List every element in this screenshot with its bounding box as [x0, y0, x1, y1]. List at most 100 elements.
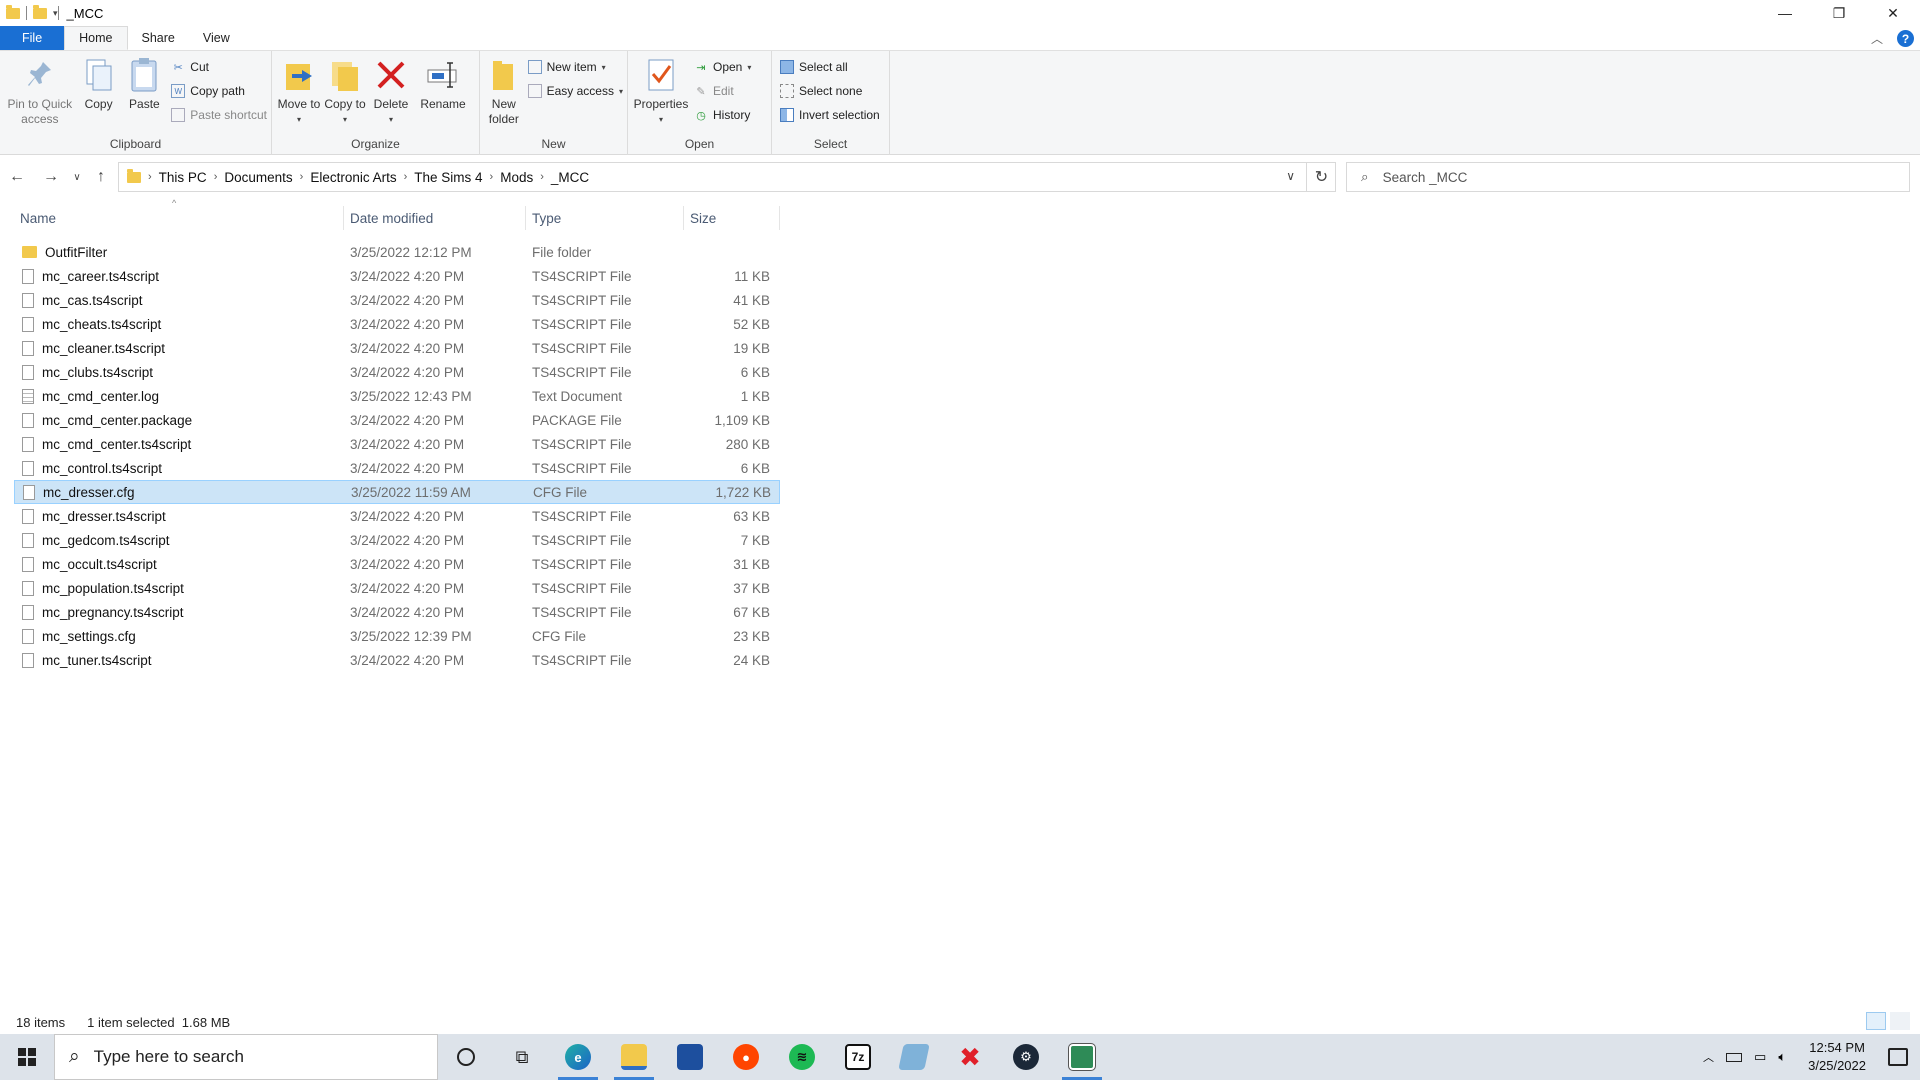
paste-icon: [126, 55, 162, 95]
file-row[interactable]: mc_cleaner.ts4script 3/24/2022 4:20 PM TS4…: [14, 336, 780, 360]
cut-button[interactable]: ✂ Cut: [171, 57, 267, 77]
breadcrumb-mods[interactable]: Mods: [500, 170, 533, 185]
breadcrumb-mcc[interactable]: _MCC: [551, 170, 589, 185]
search-input[interactable]: ⌕ Search _MCC: [1346, 162, 1910, 192]
invert-selection-button[interactable]: Invert selection: [780, 105, 880, 125]
easy-access-button[interactable]: Easy access ▾: [527, 81, 623, 101]
edit-button[interactable]: ✎ Edit: [694, 81, 751, 101]
file-row[interactable]: mc_cheats.ts4script 3/24/2022 4:20 PM TS4S…: [14, 312, 780, 336]
tab-home[interactable]: Home: [64, 26, 128, 50]
title-separator: [57, 6, 59, 20]
spotify-icon[interactable]: ≋: [774, 1034, 830, 1080]
file-name: mc_cmd_center.package: [42, 412, 193, 428]
address-bar[interactable]: › This PC › Documents › Electronic Arts …: [118, 162, 1336, 192]
file-row[interactable]: mc_clubs.ts4script 3/24/2022 4:20 PM TS4SC…: [14, 360, 780, 384]
file-row[interactable]: mc_control.ts4script 3/24/2022 4:20 PM TS4…: [14, 456, 780, 480]
address-dropdown-icon[interactable]: ∨: [1286, 169, 1295, 183]
file-name: mc_pregnancy.ts4script: [42, 604, 184, 620]
up-arrow-icon[interactable]: ↑: [86, 162, 116, 192]
minimize-button[interactable]: —: [1758, 0, 1812, 26]
file-row[interactable]: mc_occult.ts4script 3/24/2022 4:20 PM TS4S…: [14, 552, 780, 576]
windows-logo-icon: [18, 1048, 36, 1066]
refresh-icon[interactable]: ↻: [1306, 162, 1336, 192]
file-row[interactable]: mc_cas.ts4script 3/24/2022 4:20 PM TS4SCRI…: [14, 288, 780, 312]
chevron-right-icon[interactable]: ›: [214, 171, 218, 183]
tab-view[interactable]: View: [189, 26, 244, 50]
breadcrumb-electronic-arts[interactable]: Electronic Arts: [310, 170, 396, 185]
recent-locations-chevron-icon[interactable]: ∨: [68, 162, 86, 192]
file-type: TS4SCRIPT File: [532, 292, 632, 308]
notepad-app-icon[interactable]: [886, 1034, 942, 1080]
file-row[interactable]: mc_dresser.ts4script 3/24/2022 4:20 PM TS4…: [14, 504, 780, 528]
move-to-label: Move to: [277, 97, 321, 111]
paste-shortcut-button[interactable]: Paste shortcut: [171, 105, 267, 125]
file-row[interactable]: mc_cmd_center.log 3/25/2022 12:43 PM Text …: [14, 384, 780, 408]
breadcrumb-this-pc[interactable]: This PC: [159, 170, 207, 185]
start-button[interactable]: [0, 1034, 54, 1080]
file-explorer-icon[interactable]: [606, 1034, 662, 1080]
steam-icon[interactable]: ⚙: [998, 1034, 1054, 1080]
show-hidden-icons-chevron-icon[interactable]: ︿: [1703, 1049, 1714, 1065]
cortana-icon[interactable]: [438, 1034, 494, 1080]
forward-arrow-icon[interactable]: →: [34, 162, 68, 192]
help-icon[interactable]: ?: [1897, 30, 1914, 47]
column-header-date[interactable]: Date modified: [344, 206, 526, 230]
chevron-right-icon[interactable]: ›: [300, 171, 304, 183]
file-icon: [22, 508, 34, 524]
open-button[interactable]: ⇥ Open ▾: [694, 57, 751, 77]
history-button[interactable]: ◷ History: [694, 105, 751, 125]
7zip-icon[interactable]: 7z: [830, 1034, 886, 1080]
file-date: 3/24/2022 4:20 PM: [350, 604, 465, 620]
column-header-size[interactable]: Size: [684, 206, 780, 230]
folder-icon[interactable]: [6, 4, 20, 19]
file-row[interactable]: mc_career.ts4script 3/24/2022 4:20 PM TS4S…: [14, 264, 780, 288]
maximize-button[interactable]: ❐: [1812, 0, 1866, 26]
clock-date: 3/25/2022: [1808, 1058, 1866, 1073]
volume-icon[interactable]: 🔈︎: [1778, 1049, 1786, 1065]
file-row[interactable]: mc_settings.cfg 3/25/2022 12:39 PM CFG Fil…: [14, 624, 780, 648]
task-view-icon[interactable]: ⧉: [494, 1034, 550, 1080]
edge-icon[interactable]: e: [550, 1034, 606, 1080]
chevron-right-icon[interactable]: ›: [148, 171, 152, 183]
tab-share[interactable]: Share: [128, 26, 189, 50]
xmind-icon[interactable]: ✖: [942, 1034, 998, 1080]
taskbar-search-input[interactable]: ⌕ Type here to search: [54, 1034, 438, 1080]
network-icon[interactable]: ▭: [1754, 1049, 1766, 1065]
chevron-right-icon[interactable]: ›: [490, 171, 494, 183]
microsoft-store-icon[interactable]: [662, 1034, 718, 1080]
new-item-button[interactable]: New item ▾: [527, 57, 623, 77]
new-folder-icon[interactable]: [33, 4, 47, 19]
column-header-name[interactable]: ^ Name: [14, 198, 344, 230]
copy-path-button[interactable]: W Copy path: [171, 81, 267, 101]
file-row[interactable]: mc_cmd_center.ts4script 3/24/2022 4:20 PM…: [14, 432, 780, 456]
tab-file[interactable]: File: [0, 26, 65, 50]
clock[interactable]: 12:54 PM 3/25/2022: [1808, 1039, 1866, 1075]
battery-icon[interactable]: [1726, 1052, 1743, 1062]
file-row[interactable]: mc_tuner.ts4script 3/24/2022 4:20 PM TS4SC…: [14, 648, 780, 672]
file-row[interactable]: OutfitFilter 3/25/2022 12:12 PM File folde…: [14, 240, 780, 264]
column-header-size-label: Size: [690, 210, 717, 226]
file-row[interactable]: mc_pregnancy.ts4script 3/24/2022 4:20 PM T…: [14, 600, 780, 624]
file-row[interactable]: mc_dresser.cfg 3/25/2022 11:59 AM CFG File…: [14, 480, 780, 504]
reddit-icon[interactable]: ●: [718, 1034, 774, 1080]
new-item-icon: [527, 60, 542, 74]
column-header-type[interactable]: Type: [526, 206, 684, 230]
large-icons-view-icon[interactable]: [1890, 1012, 1910, 1030]
close-button[interactable]: ✕: [1866, 0, 1920, 26]
file-type: TS4SCRIPT File: [532, 508, 632, 524]
chevron-right-icon[interactable]: ›: [540, 171, 544, 183]
notification-center-icon[interactable]: [1888, 1048, 1908, 1066]
file-row[interactable]: mc_cmd_center.package 3/24/2022 4:20 PM PA…: [14, 408, 780, 432]
breadcrumb-documents[interactable]: Documents: [224, 170, 292, 185]
back-arrow-icon[interactable]: ←: [0, 162, 34, 192]
collapse-ribbon-icon[interactable]: ︿: [1871, 30, 1883, 47]
breadcrumb-the-sims-4[interactable]: The Sims 4: [414, 170, 482, 185]
file-row[interactable]: mc_population.ts4script 3/24/2022 4:20 PM…: [14, 576, 780, 600]
chevron-right-icon[interactable]: ›: [404, 171, 408, 183]
file-row[interactable]: mc_gedcom.ts4script 3/24/2022 4:20 PM TS4S…: [14, 528, 780, 552]
select-all-button[interactable]: Select all: [780, 57, 880, 77]
sims4-studio-icon[interactable]: [1054, 1034, 1110, 1080]
details-view-icon[interactable]: [1866, 1012, 1886, 1030]
select-none-button[interactable]: Select none: [780, 81, 880, 101]
group-new: New folder New item ▾ Easy access ▾ New: [480, 51, 628, 155]
